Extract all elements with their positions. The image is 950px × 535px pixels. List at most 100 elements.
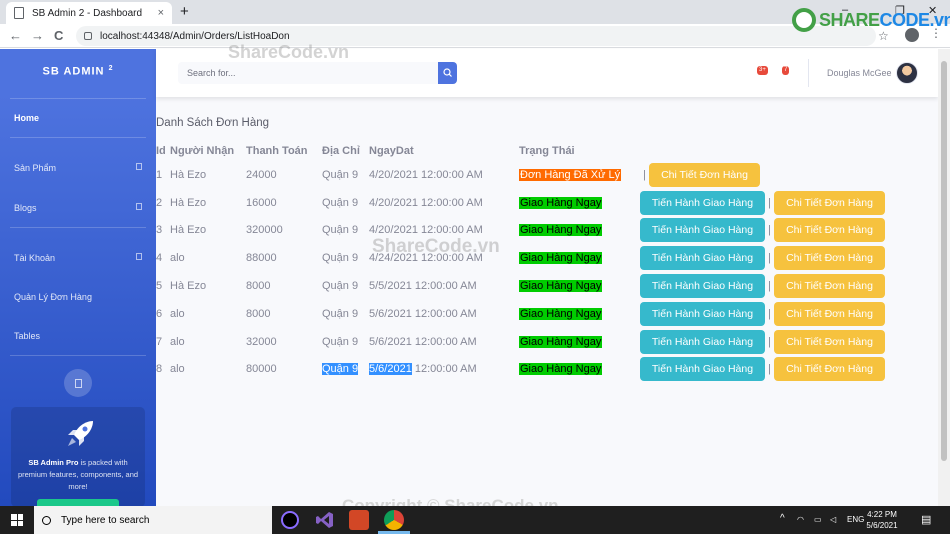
order-payment: 8000 bbox=[246, 280, 271, 293]
order-address: Quận 9 bbox=[322, 307, 359, 320]
order-detail-button[interactable]: Chi Tiết Đơn Hàng bbox=[774, 301, 885, 326]
tab-close-icon[interactable]: × bbox=[158, 7, 164, 19]
search-input[interactable] bbox=[178, 62, 440, 84]
visual-studio-icon[interactable] bbox=[315, 510, 335, 530]
info-icon[interactable] bbox=[84, 32, 92, 40]
avatar[interactable] bbox=[896, 62, 918, 84]
powerpoint-icon[interactable] bbox=[349, 510, 369, 530]
sidebar-item-accounts[interactable]: Tài Khoản bbox=[14, 253, 142, 263]
status-badge: Giao Hàng Ngay bbox=[519, 335, 603, 348]
sidebar-item-tables[interactable]: Tables bbox=[14, 331, 142, 341]
user-name[interactable]: Douglas McGee bbox=[827, 68, 892, 78]
battery-icon[interactable]: ▭ bbox=[814, 515, 822, 524]
order-detail-button[interactable]: Chi Tiết Đơn Hàng bbox=[774, 274, 885, 299]
sidebar-item-blogs[interactable]: Blogs bbox=[14, 203, 142, 213]
order-date: 4/20/2021 12:00:00 AM bbox=[369, 196, 483, 209]
column-header-status: Trạng Thái bbox=[519, 145, 575, 157]
search-button[interactable] bbox=[438, 62, 457, 84]
sidebar-item-orders[interactable]: Quản Lý Đơn Hàng bbox=[14, 292, 142, 302]
status-badge: Giao Hàng Ngay bbox=[519, 196, 603, 209]
column-header-id: Id bbox=[156, 145, 166, 157]
sharecode-logo-icon bbox=[792, 8, 816, 32]
volume-icon[interactable]: ◁ bbox=[830, 515, 836, 524]
new-tab-button[interactable]: + bbox=[180, 3, 189, 20]
taskbar-search-box[interactable]: Type here to search bbox=[34, 506, 272, 534]
order-date: 5/5/2021 12:00:00 AM bbox=[369, 280, 477, 293]
chrome-icon[interactable] bbox=[384, 510, 404, 530]
sidebar-toggle-button[interactable] bbox=[64, 369, 92, 397]
start-delivery-button[interactable]: Tiến Hành Giao Hàng bbox=[640, 329, 765, 354]
collapse-icon bbox=[136, 203, 142, 210]
order-status: Giao Hàng Ngay bbox=[519, 272, 640, 300]
table-row: 8 alo 80000 Quận 9 5/6/2021 12:00:00 AM … bbox=[156, 356, 885, 384]
forward-button[interactable]: → bbox=[31, 28, 44, 43]
windows-start-icon[interactable] bbox=[11, 514, 23, 526]
table-row: 1 Hà Ezo 24000 Quận 9 4/20/2021 12:00:00… bbox=[156, 161, 885, 189]
reload-button[interactable]: C bbox=[54, 28, 63, 43]
order-payment: 8000 bbox=[246, 307, 271, 320]
column-header-address: Địa Chỉ bbox=[322, 145, 360, 157]
messages-badge[interactable]: 7 bbox=[782, 66, 790, 75]
topbar-divider bbox=[808, 59, 809, 87]
address-bar[interactable]: localhost:44348/Admin/Orders/ListHoaDon bbox=[76, 26, 876, 46]
tray-chevron-icon[interactable]: ^ bbox=[780, 513, 785, 524]
column-header-recipient: Người Nhận bbox=[170, 145, 235, 157]
order-date: 4/24/2021 12:00:00 AM bbox=[369, 252, 483, 265]
status-badge: Giao Hàng Ngay bbox=[519, 307, 603, 320]
system-clock[interactable]: 4:22 PM 5/6/2021 bbox=[862, 509, 902, 531]
column-header-actions bbox=[640, 141, 885, 161]
topbar: 3+ 7 Douglas McGee bbox=[156, 49, 938, 97]
taskbar-search-placeholder: Type here to search bbox=[61, 514, 150, 526]
order-status: Giao Hàng Ngay bbox=[519, 356, 640, 384]
order-detail-button[interactable]: Chi Tiết Đơn Hàng bbox=[649, 162, 760, 187]
sidebar-item-products[interactable]: Sản Phẩm bbox=[14, 163, 142, 173]
start-delivery-button[interactable]: Tiến Hành Giao Hàng bbox=[640, 190, 765, 215]
status-badge: Đơn Hàng Đã Xử Lý bbox=[519, 168, 622, 181]
order-id: 8 bbox=[156, 363, 163, 376]
order-actions: Tiến Hành Giao Hàng | Chi Tiết Đơn Hàng bbox=[640, 328, 885, 356]
order-detail-button[interactable]: Chi Tiết Đơn Hàng bbox=[774, 357, 885, 382]
notification-icon[interactable]: ▤ bbox=[921, 513, 931, 526]
table-row: 4 alo 88000 Quận 9 4/24/2021 12:00:00 AM… bbox=[156, 244, 885, 272]
order-recipient: alo bbox=[170, 363, 185, 376]
sidebar-item-home[interactable]: Home bbox=[14, 113, 142, 123]
column-header-payment: Thanh Toán bbox=[246, 145, 308, 157]
browser-tab[interactable]: SB Admin 2 - Dashboard × bbox=[6, 2, 172, 24]
status-badge: Giao Hàng Ngay bbox=[519, 252, 603, 265]
start-delivery-button[interactable]: Tiến Hành Giao Hàng bbox=[640, 218, 765, 243]
back-button[interactable]: ← bbox=[9, 28, 22, 43]
tab-title: SB Admin 2 - Dashboard bbox=[32, 7, 143, 19]
order-recipient: alo bbox=[170, 252, 185, 265]
order-actions: Tiến Hành Giao Hàng | Chi Tiết Đơn Hàng bbox=[640, 272, 885, 300]
order-status: Đơn Hàng Đã Xử Lý bbox=[519, 161, 640, 189]
start-delivery-button[interactable]: Tiến Hành Giao Hàng bbox=[640, 246, 765, 271]
order-address: Quận 9 bbox=[322, 224, 359, 237]
main-content: 3+ 7 Douglas McGee Danh Sách Đơn Hàng Id… bbox=[156, 49, 938, 506]
network-icon[interactable]: ◠ bbox=[797, 515, 804, 524]
sharecode-logo: SHARE CODE.vn bbox=[792, 8, 950, 32]
order-detail-button[interactable]: Chi Tiết Đơn Hàng bbox=[774, 190, 885, 215]
url-text: localhost:44348/Admin/Orders/ListHoaDon bbox=[100, 30, 290, 42]
start-delivery-button[interactable]: Tiến Hành Giao Hàng bbox=[640, 357, 765, 382]
table-row: 7 alo 32000 Quận 9 5/6/2021 12:00:00 AM … bbox=[156, 328, 885, 356]
order-status: Giao Hàng Ngay bbox=[519, 217, 640, 245]
promo-card: SB Admin Pro is packed with premium feat… bbox=[11, 407, 145, 507]
start-delivery-button[interactable]: Tiến Hành Giao Hàng bbox=[640, 301, 765, 326]
page-scrollbar[interactable] bbox=[938, 49, 950, 506]
table-header-row: Id Người Nhận Thanh Toán Địa Chỉ NgayDat… bbox=[156, 141, 885, 161]
eclipse-app-icon[interactable] bbox=[281, 511, 299, 529]
alerts-badge[interactable]: 3+ bbox=[757, 66, 768, 75]
order-date: 4/20/2021 12:00:00 AM bbox=[369, 224, 483, 237]
order-payment: 32000 bbox=[246, 335, 277, 348]
order-detail-button[interactable]: Chi Tiết Đơn Hàng bbox=[774, 329, 885, 354]
order-detail-button[interactable]: Chi Tiết Đơn Hàng bbox=[774, 246, 885, 271]
page-title: Danh Sách Đơn Hàng bbox=[156, 117, 270, 129]
table-row: 3 Hà Ezo 320000 Quận 9 4/20/2021 12:00:0… bbox=[156, 217, 885, 245]
scrollbar-thumb[interactable] bbox=[941, 61, 947, 461]
order-actions: Tiến Hành Giao Hàng | Chi Tiết Đơn Hàng bbox=[640, 356, 885, 384]
start-delivery-button[interactable]: Tiến Hành Giao Hàng bbox=[640, 274, 765, 299]
order-detail-button[interactable]: Chi Tiết Đơn Hàng bbox=[774, 218, 885, 243]
sidebar-brand[interactable]: SB ADMIN 2 bbox=[0, 65, 156, 78]
status-badge: Giao Hàng Ngay bbox=[519, 280, 603, 293]
windows-taskbar: Type here to search ^ ◠ ▭ ◁ ENG 4:22 PM … bbox=[0, 506, 950, 534]
